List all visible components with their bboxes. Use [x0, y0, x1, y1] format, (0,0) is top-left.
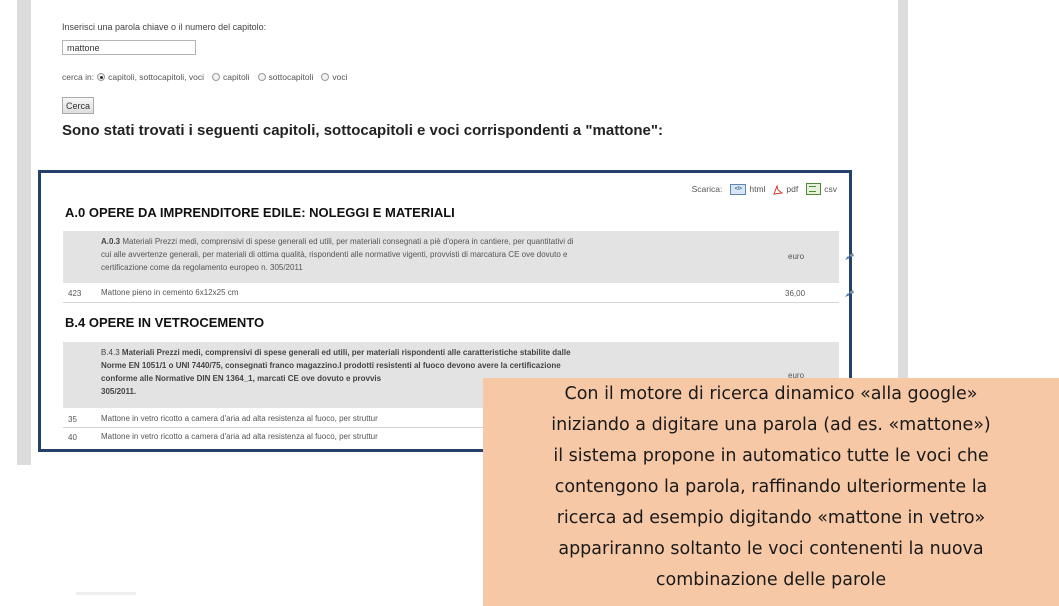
callout-line: Con il motore di ricerca dinamico «alla …: [564, 384, 978, 404]
csv-file-icon: [806, 183, 822, 195]
callout-line: appariranno soltanto le voci contenenti …: [558, 539, 984, 559]
row-divider: [63, 302, 839, 303]
desc-line: cui alle avvertenze generali, per materi…: [101, 250, 568, 259]
item-number: 40: [68, 433, 77, 442]
scope-option-label: capitoli, sottocapitoli, voci: [108, 72, 205, 82]
radio-checked-icon[interactable]: [97, 73, 106, 81]
search-scope-label: cerca in:: [62, 72, 95, 82]
page-left-margin-bar: [17, 0, 31, 465]
callout-line: combinazione delle parole: [655, 570, 887, 590]
search-scope: cerca in: capitoli, sottocapitoli, voci …: [62, 72, 353, 82]
results-heading: Sono stati trovati i seguenti capitoli, …: [62, 122, 663, 139]
item-number: 423: [68, 289, 82, 298]
download-csv-link[interactable]: csv: [806, 183, 837, 195]
search-form: Inserisci una parola chiave o il numero …: [62, 22, 862, 139]
page-footer-mark: [76, 592, 136, 595]
desc-line: Materiali Prezzi medi, comprensivi di sp…: [122, 237, 574, 246]
desc-line: conforme alle Normative DIN EN 1364_1, m…: [101, 374, 382, 383]
search-input[interactable]: [62, 40, 196, 55]
item-row[interactable]: 423 Mattone pieno in cemento 6x12x25 cm …: [63, 285, 854, 301]
pdf-file-icon: [773, 183, 784, 195]
radio-icon[interactable]: [257, 73, 266, 81]
chapter-title: A.0 OPERE DA IMPRENDITORE EDILE: NOLEGGI…: [65, 205, 455, 220]
scope-option-label: capitoli: [223, 72, 250, 82]
scope-option-capitoli[interactable]: capitoli: [209, 72, 250, 82]
subchapter-code: B.4.3: [101, 348, 120, 357]
subchapter-row: A.0.3 Materiali Prezzi medi, comprensivi…: [63, 231, 854, 283]
subchapter-code: A.0.3: [101, 237, 121, 246]
chapter-title: B.4 OPERE IN VETROCEMENTO: [65, 315, 265, 330]
download-label: Scarica:: [691, 184, 723, 194]
download-bar: Scarica: </> html pdf csv: [692, 183, 837, 195]
explanation-callout: Con il motore di ricerca dinamico «alla …: [483, 378, 1059, 606]
radio-icon[interactable]: [321, 73, 330, 81]
scope-option-label: voci: [332, 72, 348, 82]
html-file-icon: </>: [730, 183, 747, 195]
callout-line: iniziando a digitare una parola (ad es. …: [551, 415, 991, 435]
search-button[interactable]: Cerca: [62, 97, 95, 114]
callout-line: ricerca ad esempio digitando «mattone in…: [556, 508, 986, 528]
item-number: 35: [68, 415, 77, 424]
edit-tool-icon[interactable]: [844, 289, 855, 298]
subchapter-description: A.0.3 Materiali Prezzi medi, comprensivi…: [101, 235, 721, 274]
desc-line: 305/2011.: [101, 387, 137, 396]
callout-line: il sistema propone in automatico tutte l…: [553, 446, 989, 466]
scope-option-sottocapitoli[interactable]: sottocapitoli: [255, 72, 314, 82]
scope-option-label: sottocapitoli: [268, 72, 314, 82]
download-html-label: html: [749, 184, 766, 194]
callout-line: contengono la parola, raffinando ulterio…: [554, 477, 988, 497]
download-pdf-link[interactable]: pdf: [773, 183, 799, 195]
scope-option-voci[interactable]: voci: [318, 72, 348, 82]
download-csv-label: csv: [824, 184, 837, 194]
item-description: Mattone pieno in cemento 6x12x25 cm: [101, 288, 239, 297]
search-label: Inserisci una parola chiave o il numero …: [62, 22, 267, 32]
download-html-link[interactable]: </> html: [730, 183, 766, 195]
radio-icon[interactable]: [212, 73, 221, 81]
scope-option-all[interactable]: capitoli, sottocapitoli, voci: [94, 72, 204, 82]
download-pdf-label: pdf: [786, 184, 799, 194]
unit-label: euro: [788, 252, 805, 261]
edit-tool-icon[interactable]: [844, 252, 855, 261]
desc-line: Norme EN 1051/1 o UNI 7440/75, consegnat…: [101, 361, 561, 370]
desc-line: certificazione come da regolamento europ…: [101, 263, 303, 272]
desc-line: Materiali Prezzi medi, comprensivi di sp…: [121, 348, 571, 357]
item-price: 36,00: [785, 289, 806, 298]
